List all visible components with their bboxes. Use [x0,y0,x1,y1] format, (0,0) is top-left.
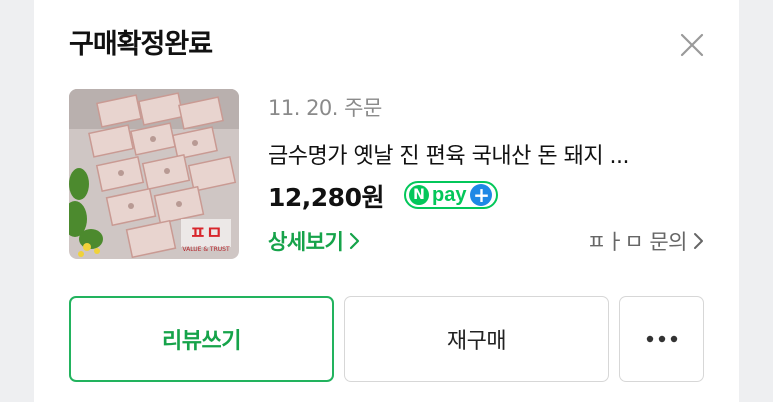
write-review-button[interactable]: 리뷰쓰기 [69,296,334,382]
order-card: 구매확정완료 ㅍㅁ VALUE & TRUST 11. 20. 주문 금수명가 … [34,0,739,402]
more-options-button[interactable] [619,296,704,382]
npay-label: pay [432,183,467,206]
rebuy-button[interactable]: 재구매 [344,296,609,382]
product-price: 12,280원 [268,183,384,212]
seller-inquiry-link[interactable]: ㅍㅏㅁ 문의 [587,226,705,256]
product-name[interactable]: 금수명가 옛날 진 편육 국내산 돈 돼지 ... [268,138,708,170]
detail-link[interactable]: 상세보기 [268,226,361,256]
write-review-label: 리뷰쓰기 [162,329,241,354]
seller-inquiry-label: ㅍㅏㅁ 문의 [586,230,688,254]
brand-logo-sub: VALUE & TRUST [182,246,230,253]
detail-link-label: 상세보기 [268,230,344,254]
npay-badge: N pay + [404,180,499,210]
product-thumbnail[interactable]: ㅍㅁ VALUE & TRUST [69,89,239,259]
more-dots-icon [646,335,677,343]
page-title: 구매확정완료 [69,29,213,60]
chevron-right-icon [350,232,360,250]
brand-logo: ㅍㅁ [189,223,222,244]
order-date: 11. 20. 주문 [268,96,382,120]
close-icon[interactable] [677,30,707,60]
npay-plus-icon: + [470,184,493,206]
npay-n-icon: N [409,185,429,205]
chevron-right-icon [694,233,703,249]
rebuy-label: 재구매 [446,329,507,354]
